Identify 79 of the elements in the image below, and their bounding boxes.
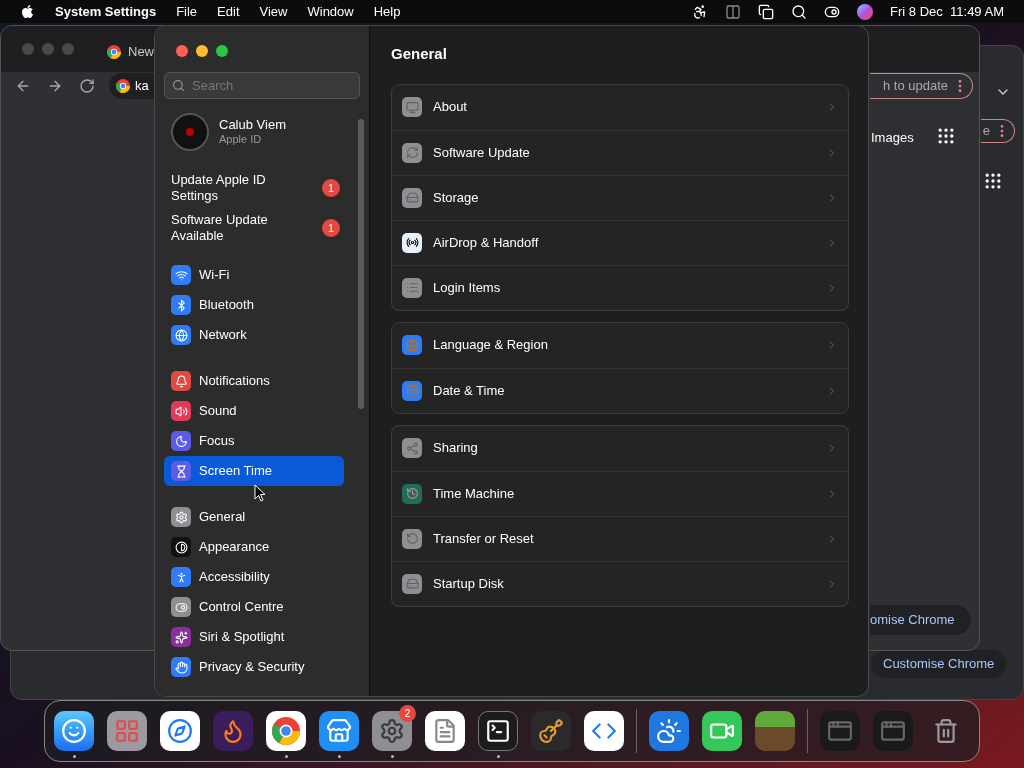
grass-block-icon[interactable]	[755, 711, 795, 751]
screens-icon[interactable]	[758, 3, 775, 20]
alert-item[interactable]: Software Update Available	[171, 212, 301, 244]
settings-row[interactable]: Transfer or Reset	[392, 515, 848, 561]
face-icon[interactable]	[54, 711, 94, 751]
sidebar-item[interactable]: General	[164, 502, 344, 532]
browser-logo-icon	[106, 43, 122, 60]
settings-row[interactable]: Login Items	[392, 264, 848, 310]
sidebar-item[interactable]: Network	[164, 320, 344, 350]
menu-item[interactable]: Window	[307, 1, 354, 22]
apps-grid-icon[interactable]	[983, 171, 1003, 191]
terminal-icon[interactable]	[478, 711, 518, 751]
customise-button[interactable]: omise Chrome	[870, 605, 971, 635]
browser-logo-icon	[115, 78, 131, 94]
settings-row[interactable]: Date & Time	[392, 367, 848, 413]
menu-item[interactable]: File	[176, 1, 198, 22]
apps-grid-icon[interactable]	[936, 126, 956, 146]
stage-manager-icon[interactable]	[725, 3, 742, 20]
sidebar-item[interactable]: Accessibility	[164, 562, 344, 592]
close-button[interactable]	[176, 45, 188, 57]
sidebar-item[interactable]: Siri & Spotlight	[164, 622, 344, 652]
sidebar-item[interactable]: Control Centre	[164, 592, 344, 622]
sidebar-item[interactable]: Wi-Fi	[164, 260, 344, 290]
tab-title[interactable]: New	[128, 42, 154, 62]
forward-icon[interactable]	[47, 78, 63, 94]
settings-row[interactable]: Storage	[392, 174, 848, 220]
document-icon[interactable]	[425, 711, 465, 751]
zoom-button[interactable]	[216, 45, 228, 57]
settings-row[interactable]: Sharing	[392, 425, 848, 471]
back-icon[interactable]	[15, 78, 31, 94]
settings-row[interactable]: Language & Region	[392, 322, 848, 368]
settings-row[interactable]: AirDrop & Handoff	[392, 219, 848, 265]
sidebar-item[interactable]: Appearance	[164, 532, 344, 562]
search-field[interactable]: Search	[164, 72, 360, 99]
avatar-icon[interactable]	[171, 113, 209, 151]
sidebar-item[interactable]: Focus	[164, 426, 344, 456]
minimize-button[interactable]	[196, 45, 208, 57]
menu-item[interactable]: View	[259, 1, 288, 22]
cursor-icon	[254, 484, 266, 502]
settings-row[interactable]: Time Machine	[392, 470, 848, 516]
apple-icon[interactable]	[20, 4, 35, 19]
menu-item[interactable]: Edit	[217, 1, 240, 22]
notification-count: 1	[322, 179, 340, 197]
video-camera-icon[interactable]	[702, 711, 742, 751]
store-icon[interactable]	[319, 711, 359, 751]
sidebar-item[interactable]: Bluetooth	[164, 290, 344, 320]
sidebar-item[interactable]: Privacy & Security	[164, 652, 344, 682]
customise-button[interactable]: Customise Chrome	[871, 650, 1007, 678]
settings-row[interactable]: Software Update	[392, 129, 848, 175]
code-icon[interactable]	[584, 711, 624, 751]
page-title: General	[391, 44, 448, 64]
sidebar-item[interactable]: Sound	[164, 396, 344, 426]
clock[interactable]: Fri 8 Dec 11:49 AM	[890, 1, 1004, 22]
address-field[interactable]: ka	[109, 73, 155, 99]
browser-logo-icon[interactable]	[266, 711, 306, 751]
images-link[interactable]: Images	[871, 128, 914, 148]
settings-row[interactable]: About	[392, 84, 848, 130]
compass-icon[interactable]	[160, 711, 200, 751]
settings-row[interactable]: Startup Disk	[392, 560, 848, 606]
notification-count: 2	[399, 705, 416, 722]
grid-icon[interactable]	[107, 711, 147, 751]
siri-icon[interactable]	[857, 3, 874, 20]
account-subtitle: Apple ID	[219, 133, 263, 147]
window-thumbnail-icon[interactable]	[873, 711, 913, 751]
alert-item[interactable]: Update Apple ID Settings	[171, 172, 301, 204]
menu-item[interactable]: Help	[373, 1, 401, 22]
window-thumbnail-icon[interactable]	[820, 711, 860, 751]
gear-icon[interactable]	[372, 711, 412, 751]
reload-icon[interactable]	[79, 78, 95, 94]
sidebar-item[interactable]: Notifications	[164, 366, 344, 396]
flame-icon[interactable]	[213, 711, 253, 751]
cloud-icon[interactable]	[649, 711, 689, 751]
guitar-icon[interactable]	[531, 711, 571, 751]
search-icon	[172, 79, 185, 92]
search-icon[interactable]	[791, 3, 808, 20]
sidebar-item[interactable]: Screen Time	[164, 456, 344, 486]
app-menu[interactable]: System Settings	[55, 1, 157, 22]
account-name[interactable]: Calub Viem	[219, 117, 286, 134]
notification-count: 1	[322, 219, 340, 237]
